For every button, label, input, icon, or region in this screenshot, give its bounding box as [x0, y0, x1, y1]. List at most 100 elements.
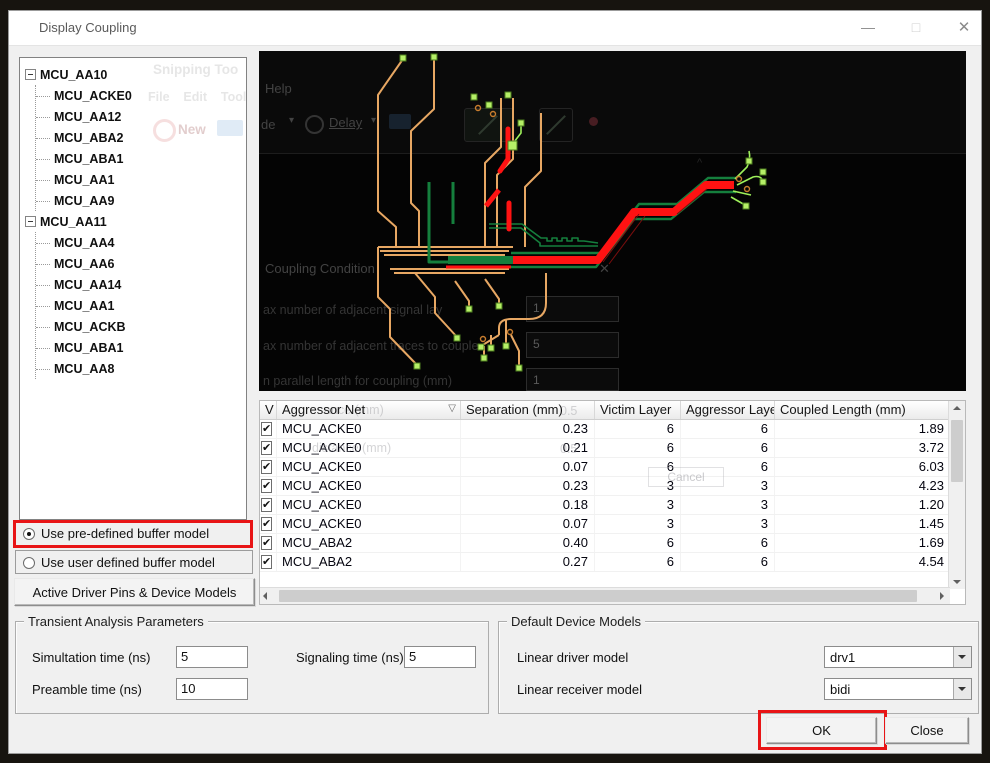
combo-dropdown-button[interactable] [953, 647, 971, 667]
coupled-length-cell: 1.89 [775, 420, 951, 438]
linear-driver-label: Linear driver model [517, 650, 629, 665]
scroll-right-button[interactable] [934, 588, 950, 604]
tree-item-mcu_aa6[interactable]: MCU_AA6 [36, 253, 246, 274]
row-check-cell: ✔ [260, 496, 277, 514]
tree-connector [36, 347, 50, 349]
user-buffer-radio[interactable]: Use user defined buffer model [23, 555, 215, 570]
column-header-separation-mm-[interactable]: Separation (mm) [461, 401, 595, 419]
tree-item-mcu_aa12[interactable]: MCU_AA12 [36, 106, 246, 127]
predefined-buffer-radio[interactable]: Use pre-defined buffer model [23, 526, 209, 541]
tree-item-label: MCU_ACKE0 [54, 88, 132, 103]
row-checkbox[interactable]: ✔ [261, 517, 273, 531]
linear-driver-combo[interactable]: drv1 [824, 646, 972, 668]
scroll-left-button[interactable] [260, 588, 276, 604]
tree-item-label: MCU_AA1 [54, 172, 115, 187]
separation-cell: 0.07 [461, 458, 595, 476]
vertical-scrollbar[interactable] [948, 401, 965, 589]
collapse-minus-icon[interactable] [25, 69, 36, 80]
tree-item-mcu_aba1[interactable]: MCU_ABA1 [36, 148, 246, 169]
scroll-down-button[interactable] [949, 573, 965, 589]
preamble-time-input[interactable]: 10 [176, 678, 248, 700]
tree-item-mcu_aba2[interactable]: MCU_ABA2 [36, 127, 246, 148]
table-row[interactable]: ✔ MCU_ACKE0 0.07 3 3 1.45 [260, 515, 965, 534]
aggressor-layer-cell: 3 [681, 496, 775, 514]
tree-item-mcu_acke0[interactable]: MCU_ACKE0 [36, 85, 246, 106]
filter-funnel-icon[interactable]: ▽ [448, 403, 456, 414]
row-checkbox[interactable]: ✔ [261, 460, 273, 474]
row-checkbox[interactable]: ✔ [261, 479, 273, 493]
aggressor-layer-cell: 3 [681, 515, 775, 533]
table-row[interactable]: ✔ MCU_ACKE0 0.23 6 6 1.89 [260, 420, 965, 439]
simulation-time-input[interactable]: 5 [176, 646, 248, 668]
tree-item-mcu_aba1[interactable]: MCU_ABA1 [36, 337, 246, 358]
coupled-length-cell: 4.54 [775, 553, 951, 571]
tree-connector [36, 179, 50, 181]
collapse-minus-icon[interactable] [25, 216, 36, 227]
tree-item-mcu_aa9[interactable]: MCU_AA9 [36, 190, 246, 211]
net-tree-panel[interactable]: Snipping Too File Edit Tool New MCU_AA10… [19, 57, 247, 520]
signaling-time-label: Signaling time (ns) [296, 650, 404, 665]
coupled-length-cell: 3.72 [775, 439, 951, 457]
row-check-cell: ✔ [260, 553, 277, 571]
tree-item-mcu_aa1[interactable]: MCU_AA1 [36, 169, 246, 190]
active-driver-pins-button[interactable]: Active Driver Pins & Device Models [14, 578, 255, 606]
tree-item-label: MCU_AA14 [54, 277, 122, 292]
simulation-time-label: Simultation time (ns) [32, 650, 151, 665]
minimize-icon[interactable]: — [849, 13, 887, 42]
victim-layer-cell: 3 [595, 515, 681, 533]
tree-item-label: MCU_AA8 [54, 361, 115, 376]
tree-item-mcu_aa4[interactable]: MCU_AA4 [36, 232, 246, 253]
aggressor-net-cell: MCU_ACKE0 [277, 496, 461, 514]
transient-analysis-group: Transient Analysis Parameters Simultatio… [15, 614, 489, 714]
tree-item-mcu_aa10[interactable]: MCU_AA10 [20, 64, 246, 85]
radio-selected-icon[interactable] [23, 527, 35, 540]
transient-group-title: Transient Analysis Parameters [24, 614, 208, 629]
row-checkbox[interactable]: ✔ [261, 536, 273, 550]
close-icon[interactable]: ✕ [945, 13, 983, 42]
table-row[interactable]: ✔ MCU_ACKE0 0.18 3 3 1.20 [260, 496, 965, 515]
ok-button[interactable]: OK [766, 717, 877, 744]
column-header-coupled-length-mm-[interactable]: Coupled Length (mm) [775, 401, 951, 419]
column-header-aggressor-layer[interactable]: Aggressor Layer [681, 401, 775, 419]
table-row[interactable]: ✔ MCU_ABA2 0.27 6 6 4.54 [260, 553, 965, 572]
tree-item-mcu_aa1[interactable]: MCU_AA1 [36, 295, 246, 316]
victim-layer-cell: 6 [595, 553, 681, 571]
separation-cell: 0.07 [461, 515, 595, 533]
tree-item-mcu_aa11[interactable]: MCU_AA11 [20, 211, 246, 232]
signaling-time-input[interactable]: 5 [404, 646, 476, 668]
coupled-length-cell: 6.03 [775, 458, 951, 476]
maximize-icon[interactable]: □ [897, 13, 935, 42]
scroll-up-button[interactable] [949, 401, 965, 417]
vertical-scrollbar-thumb[interactable] [951, 420, 963, 482]
table-row[interactable]: ✔ MCU_ACKE0 0.07 6 6 6.03 [260, 458, 965, 477]
row-checkbox[interactable]: ✔ [261, 422, 273, 436]
tree-item-label: MCU_AA11 [40, 214, 107, 229]
combo-dropdown-button[interactable] [953, 679, 971, 699]
row-check-cell: ✔ [260, 458, 277, 476]
row-checkbox[interactable]: ✔ [261, 498, 273, 512]
board-routing-canvas[interactable]: Help de ▾ Delay ▾ ^ Coupling Condition ✕… [259, 51, 966, 391]
radio-unselected-icon[interactable] [23, 556, 35, 569]
row-checkbox[interactable]: ✔ [261, 441, 273, 455]
tree-item-mcu_ackb[interactable]: MCU_ACKB [36, 316, 246, 337]
table-row[interactable]: ✔ MCU_ACKE0 0.23 3 3 4.23 [260, 477, 965, 496]
close-button[interactable]: Close [885, 717, 969, 744]
tree-connector [36, 368, 50, 370]
linear-receiver-combo[interactable]: bidi [824, 678, 972, 700]
tree-connector [36, 242, 50, 244]
column-header-v[interactable]: V [260, 401, 277, 419]
aggressor-layer-cell: 6 [681, 420, 775, 438]
ghost-cancel-button: Cancel [648, 467, 724, 487]
table-row[interactable]: ✔ MCU_ABA2 0.40 6 6 1.69 [260, 534, 965, 553]
horizontal-scrollbar[interactable] [260, 587, 950, 604]
tree-item-mcu_aa8[interactable]: MCU_AA8 [36, 358, 246, 379]
column-header-aggressor-net[interactable]: Aggressor Net ▽ [277, 401, 461, 419]
tree-item-mcu_aa14[interactable]: MCU_AA14 [36, 274, 246, 295]
column-header-victim-layer[interactable]: Victim Layer [595, 401, 681, 419]
row-checkbox[interactable]: ✔ [261, 555, 273, 569]
dialog-title: Display Coupling [39, 20, 137, 35]
tree-item-label: MCU_AA9 [54, 193, 115, 208]
aggressor-net-cell: MCU_ACKE0 [277, 477, 461, 495]
coupling-table[interactable]: ance (mm) 0.5 distance (mm) 0.5 Cancel V… [259, 400, 966, 605]
horizontal-scrollbar-thumb[interactable] [279, 590, 917, 602]
